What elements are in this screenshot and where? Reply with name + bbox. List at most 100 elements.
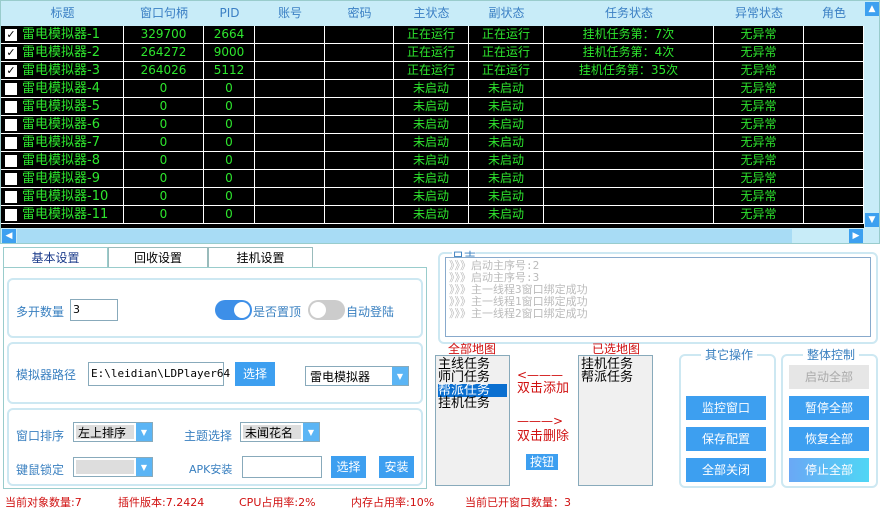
cell-error: 无异常	[714, 206, 804, 223]
map-list-item[interactable]: 帮派任务	[581, 371, 650, 384]
cell-role	[804, 116, 864, 133]
column-header[interactable]: 主状态	[394, 1, 469, 26]
stop-all-button[interactable]: 停止全部	[789, 458, 869, 482]
column-header[interactable]: PID	[204, 1, 255, 26]
row-checkbox[interactable]	[5, 172, 17, 185]
scroll-thumb[interactable]	[17, 229, 792, 243]
row-checkbox[interactable]: ✓	[5, 64, 17, 77]
lock-select[interactable]: ▼	[73, 457, 153, 477]
emulator-table: 标题 窗口句柄 PID 账号 密码 主状态 副状态 任务状态 异常状态 角色 ✓ 雷电模拟器-1 32…	[0, 0, 880, 244]
path-input[interactable]: E:\leidian\LDPlayer64	[88, 362, 230, 386]
cell-password	[325, 152, 394, 169]
control-title: 整体控制	[803, 346, 860, 363]
all-maps-list[interactable]: 主线任务 师门任务 帮派任务 挂机任务	[435, 355, 510, 486]
column-header[interactable]: 任务状态	[544, 1, 714, 26]
cell-sub: 正在运行	[469, 62, 544, 79]
column-header[interactable]: 密码	[325, 1, 394, 26]
row-checkbox[interactable]: ✓	[5, 28, 17, 41]
cell-account	[255, 116, 325, 133]
table-row[interactable]: 雷电模拟器-5 0 0 未启动 未启动 无异常	[1, 98, 864, 116]
topmost-toggle[interactable]	[215, 300, 252, 320]
log-group: 日志 》》》启动主序号:2 》》》启动主序号:3 》》》主一线程3窗口绑定成功 》》》…	[438, 248, 878, 344]
vertical-scrollbar[interactable]: ▲ ▼	[864, 1, 879, 229]
cell-account	[255, 26, 325, 43]
cell-password	[325, 134, 394, 151]
table-row[interactable]: 雷电模拟器-10 0 0 未启动 未启动 无异常	[1, 188, 864, 206]
table-row[interactable]: 雷电模拟器-9 0 0 未启动 未启动 无异常	[1, 170, 864, 188]
row-title: 雷电模拟器-2	[22, 45, 100, 60]
pause-all-button[interactable]: 暂停全部	[789, 396, 869, 420]
row-checkbox[interactable]	[5, 154, 17, 167]
cell-title: 雷电模拟器-8	[1, 152, 124, 169]
cell-main: 未启动	[394, 170, 469, 187]
table-row[interactable]: ✓ 雷电模拟器-3 264026 5112 正在运行 正在运行 挂机任务第：35次 无异常	[1, 62, 864, 80]
theme-select[interactable]: 未闻花名 ▼	[240, 422, 320, 442]
cell-title: 雷电模拟器-6	[1, 116, 124, 133]
row-checkbox[interactable]	[5, 100, 17, 113]
scroll-down-icon[interactable]: ▼	[865, 213, 879, 227]
theme-label: 主题选择	[184, 429, 233, 443]
cell-error: 无异常	[714, 98, 804, 115]
column-header[interactable]: 窗口句柄	[124, 1, 204, 26]
cell-main: 正在运行	[394, 26, 469, 43]
cell-main: 未启动	[394, 116, 469, 133]
autologin-toggle[interactable]	[308, 300, 345, 320]
cell-pid: 9000	[204, 44, 255, 61]
table-row[interactable]: 雷电模拟器-11 0 0 未启动 未启动 无异常	[1, 206, 864, 224]
cell-pid: 0	[204, 80, 255, 97]
control-group: 整体控制 启动全部暂停全部恢复全部停止全部	[781, 346, 878, 488]
apk-select-button[interactable]: 选择	[331, 456, 366, 478]
row-checkbox[interactable]	[5, 208, 17, 221]
emulator-select[interactable]: 雷电模拟器 ▼	[305, 366, 409, 386]
row-checkbox[interactable]: ✓	[5, 46, 17, 59]
table-row[interactable]: ✓ 雷电模拟器-2 264272 9000 正在运行 正在运行 挂机任务第：4次 无异常	[1, 44, 864, 62]
start-all-button[interactable]: 启动全部	[789, 365, 869, 389]
maps-button[interactable]: 按钮	[526, 454, 558, 470]
log-box[interactable]: 》》》启动主序号:2 》》》启动主序号:3 》》》主一线程3窗口绑定成功 》》》主一线…	[445, 257, 871, 337]
map-list-item[interactable]: 挂机任务	[438, 397, 507, 410]
column-header[interactable]: 标题	[1, 1, 124, 26]
column-header[interactable]: 角色	[804, 1, 864, 26]
column-header[interactable]: 异常状态	[714, 1, 804, 26]
row-checkbox[interactable]	[5, 190, 17, 203]
cell-account	[255, 80, 325, 97]
tab-idle-settings[interactable]: 挂机设置	[208, 247, 313, 268]
group-misc: 窗口排序 左上排序 ▼ 主题选择 未闻花名 ▼ 键鼠锁定 ▼ APK安装 选择 安装	[7, 408, 423, 486]
chevron-down-icon: ▼	[303, 423, 319, 441]
row-checkbox[interactable]	[5, 136, 17, 149]
resume-all-button[interactable]: 恢复全部	[789, 427, 869, 451]
row-checkbox[interactable]	[5, 118, 17, 131]
scroll-up-icon[interactable]: ▲	[865, 2, 879, 16]
cell-sub: 未启动	[469, 134, 544, 151]
table-row[interactable]: 雷电模拟器-4 0 0 未启动 未启动 无异常	[1, 80, 864, 98]
close-all-button[interactable]: 全部关闭	[686, 458, 766, 482]
row-checkbox[interactable]	[5, 82, 17, 95]
cell-handle: 0	[124, 134, 204, 151]
scroll-left-icon[interactable]: ◀	[2, 229, 16, 243]
path-select-button[interactable]: 选择	[235, 362, 275, 386]
cell-error: 无异常	[714, 188, 804, 205]
save-config-button[interactable]: 保存配置	[686, 427, 766, 451]
column-header[interactable]: 账号	[255, 1, 325, 26]
autologin-label: 自动登陆	[346, 305, 395, 319]
monitor-window-button[interactable]: 监控窗口	[686, 396, 766, 420]
cell-title: ✓ 雷电模拟器-3	[1, 62, 124, 79]
tab-recycle-settings[interactable]: 回收设置	[108, 247, 208, 268]
table-row[interactable]: 雷电模拟器-7 0 0 未启动 未启动 无异常	[1, 134, 864, 152]
table-row[interactable]: ✓ 雷电模拟器-1 329700 2664 正在运行 正在运行 挂机任务第：7次 无异常	[1, 26, 864, 44]
apk-input[interactable]	[242, 456, 322, 478]
table-row[interactable]: 雷电模拟器-8 0 0 未启动 未启动 无异常	[1, 152, 864, 170]
column-header[interactable]: 副状态	[469, 1, 544, 26]
cell-task	[544, 134, 714, 151]
count-input[interactable]: 3	[70, 299, 118, 321]
table-row[interactable]: 雷电模拟器-6 0 0 未启动 未启动 无异常	[1, 116, 864, 134]
apk-install-button[interactable]: 安装	[379, 456, 414, 478]
cell-task	[544, 152, 714, 169]
tab-basic-settings[interactable]: 基本设置	[3, 247, 108, 268]
horizontal-scrollbar[interactable]: ◀ ▶	[1, 228, 879, 243]
chosen-maps-list[interactable]: 挂机任务 帮派任务	[578, 355, 653, 486]
sort-select[interactable]: 左上排序 ▼	[73, 422, 153, 442]
cell-sub: 未启动	[469, 188, 544, 205]
cell-task	[544, 116, 714, 133]
scroll-right-icon[interactable]: ▶	[849, 229, 863, 243]
